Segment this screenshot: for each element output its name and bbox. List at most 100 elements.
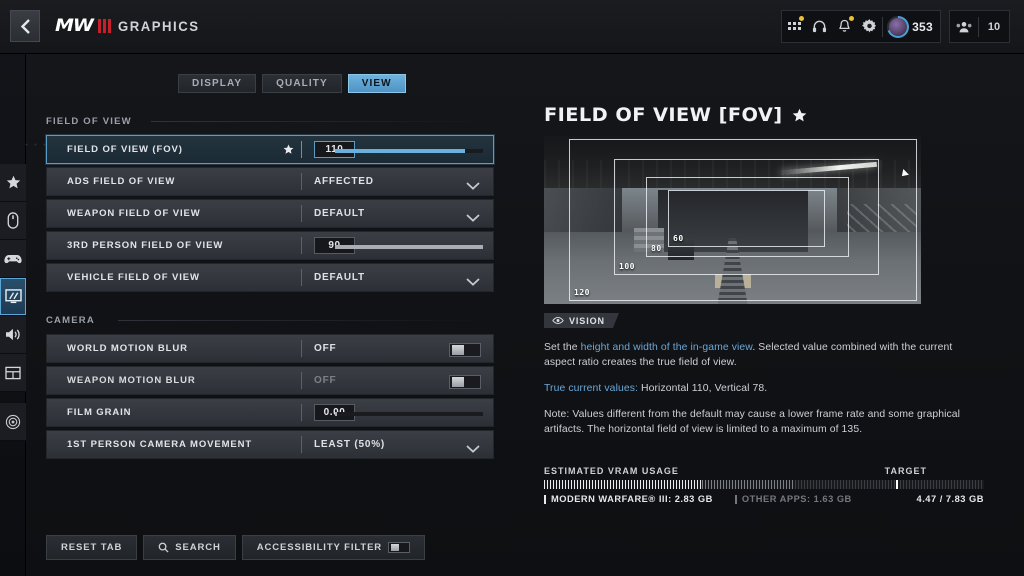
row-divider: [301, 141, 302, 158]
toggle-knob: [452, 377, 464, 387]
squad-count: 10: [987, 20, 1001, 33]
vram-total-label: 4.47 / 7.83 GB: [916, 494, 984, 504]
favorite-toggle[interactable]: [275, 144, 301, 155]
player-currency[interactable]: 353: [883, 15, 940, 38]
fov-preview-image: 120 100 80 60: [544, 136, 921, 304]
desc-highlight: height and width of the in-game view: [580, 342, 753, 353]
apps-grid-button[interactable]: [782, 11, 807, 42]
graphics-settings-screen: MW GRAPHICS 353 10 DISPLAY QUALITY VIEW …: [0, 0, 1024, 576]
fov-frame-60: 60: [668, 190, 825, 247]
setting-value: AFFECTED: [314, 176, 374, 187]
mouse-icon: [7, 212, 19, 229]
rail-item-audio[interactable]: [0, 316, 26, 354]
currency-value: 353: [912, 19, 933, 34]
header-icon-group: 353: [781, 10, 941, 43]
fov-slider[interactable]: [335, 149, 483, 153]
tab-view[interactable]: VIEW: [347, 74, 406, 93]
notifications-button[interactable]: [832, 11, 857, 42]
header-right-cluster: 353 10: [781, 10, 1010, 43]
row-divider: [301, 237, 302, 254]
section-title: FIELD OF VIEW: [46, 115, 132, 127]
star-icon: [283, 144, 293, 154]
fov-frame-label: 120: [574, 288, 590, 297]
headset-button[interactable]: [807, 11, 832, 42]
chevron-down-icon[interactable]: [466, 440, 480, 458]
slider-fill: [335, 149, 466, 153]
toggle-knob: [391, 544, 400, 551]
tab-quality[interactable]: QUALITY: [262, 74, 342, 93]
rail-item-interface[interactable]: [0, 354, 26, 392]
setting-row-1st-person-camera-movement[interactable]: 1ST PERSON CAMERA MOVEMENT LEAST (50%): [46, 430, 494, 459]
setting-label: WORLD MOTION BLUR: [67, 343, 188, 354]
film-grain-slider[interactable]: [335, 412, 483, 416]
rail-item-telemetry[interactable]: [0, 403, 26, 441]
fov-frame-label: 100: [619, 262, 635, 271]
fov-frame-label: 80: [651, 244, 662, 253]
rail-item-controller[interactable]: [0, 240, 26, 278]
setting-label: ADS FIELD OF VIEW: [67, 176, 176, 187]
accessibility-filter-button[interactable]: ACCESSIBILITY FILTER: [241, 535, 426, 560]
tab-display[interactable]: DISPLAY: [178, 74, 257, 93]
chevron-down-icon[interactable]: [466, 177, 480, 195]
setting-label: WEAPON MOTION BLUR: [67, 375, 196, 386]
magnifier-icon: [158, 542, 169, 553]
vram-usage-panel: ESTIMATED VRAM USAGE TARGET MODERN WARFA…: [544, 466, 984, 504]
toggle-knob: [452, 345, 464, 355]
section-header-field-of-view: FIELD OF VIEW: [46, 112, 494, 130]
logo-bars: [97, 19, 111, 33]
vision-badge-label: VISION: [569, 315, 605, 326]
vram-target-label: TARGET: [884, 466, 927, 476]
vram-header: ESTIMATED VRAM USAGE TARGET: [544, 466, 984, 476]
setting-label: FILM GRAIN: [67, 407, 132, 418]
desc-pre: Set the: [544, 342, 581, 353]
rail-item-mouse-keyboard[interactable]: [0, 202, 26, 240]
legend-swatch: [544, 494, 546, 504]
setting-row-3rd-person-field-of-view[interactable]: 3RD PERSON FIELD OF VIEW 90: [46, 231, 494, 260]
setting-row-vehicle-field-of-view[interactable]: VEHICLE FIELD OF VIEW DEFAULT: [46, 263, 494, 292]
weapon-motion-blur-toggle[interactable]: [449, 375, 481, 389]
top-header-bar: MW GRAPHICS 353 10: [0, 0, 1024, 54]
world-motion-blur-toggle[interactable]: [449, 343, 481, 357]
slider-fill: [335, 412, 337, 416]
search-button[interactable]: SEARCH: [143, 535, 236, 560]
squad-icon-wrap: [950, 11, 978, 42]
detail-panel: FIELD OF VIEW [FOV] 120 100 80 60 VISION…: [544, 104, 984, 437]
detail-description: Set the height and width of the in-game …: [544, 340, 984, 437]
vram-legend: MODERN WARFARE® III: 2.83 GB OTHER APPS:…: [544, 494, 984, 504]
setting-row-weapon-field-of-view[interactable]: WEAPON FIELD OF VIEW DEFAULT: [46, 199, 494, 228]
third-person-fov-slider[interactable]: [335, 245, 483, 249]
setting-value: DEFAULT: [314, 272, 365, 283]
setting-label: FIELD OF VIEW (FOV): [67, 144, 183, 155]
chevron-down-icon[interactable]: [466, 273, 480, 291]
star-icon: [792, 108, 807, 121]
setting-row-film-grain[interactable]: FILM GRAIN 0.00: [46, 398, 494, 427]
description-paragraph-3: Note: Values different from the default …: [544, 409, 961, 435]
setting-row-ads-field-of-view[interactable]: ADS FIELD OF VIEW AFFECTED: [46, 167, 494, 196]
telemetry-icon: [5, 414, 21, 429]
setting-value: OFF: [314, 375, 337, 386]
reset-tab-button[interactable]: RESET TAB: [46, 535, 138, 560]
legend-swatch: [734, 494, 737, 504]
setting-row-weapon-motion-blur[interactable]: WEAPON MOTION BLUR OFF: [46, 366, 494, 395]
settings-button[interactable]: [857, 11, 882, 42]
vram-game-legend: MODERN WARFARE® III: 2.83 GB: [544, 494, 713, 504]
setting-row-world-motion-blur[interactable]: WORLD MOTION BLUR OFF: [46, 334, 494, 363]
description-paragraph-1: Set the height and width of the in-game …: [544, 340, 984, 370]
accessibility-filter-label: ACCESSIBILITY FILTER: [256, 542, 383, 553]
chevron-down-icon[interactable]: [466, 209, 480, 227]
squad-group[interactable]: 10: [949, 10, 1010, 43]
rail-item-graphics[interactable]: [0, 278, 26, 316]
back-button[interactable]: [10, 10, 40, 42]
description-paragraph-2: True current values: Horizontal 110, Ver…: [544, 381, 984, 396]
accessibility-filter-toggle[interactable]: [388, 542, 411, 553]
settings-tab-bar: DISPLAY QUALITY VIEW: [178, 74, 406, 93]
rail-item-favorites[interactable]: [0, 164, 26, 202]
setting-value: LEAST (50%): [314, 439, 386, 450]
vram-bar: [544, 480, 984, 489]
setting-row-field-of-view[interactable]: FIELD OF VIEW (FOV) 110: [46, 135, 494, 164]
audio-icon: [5, 328, 20, 341]
bell-icon: [839, 19, 850, 32]
section-rule: [118, 320, 490, 321]
headset-icon: [813, 20, 827, 33]
